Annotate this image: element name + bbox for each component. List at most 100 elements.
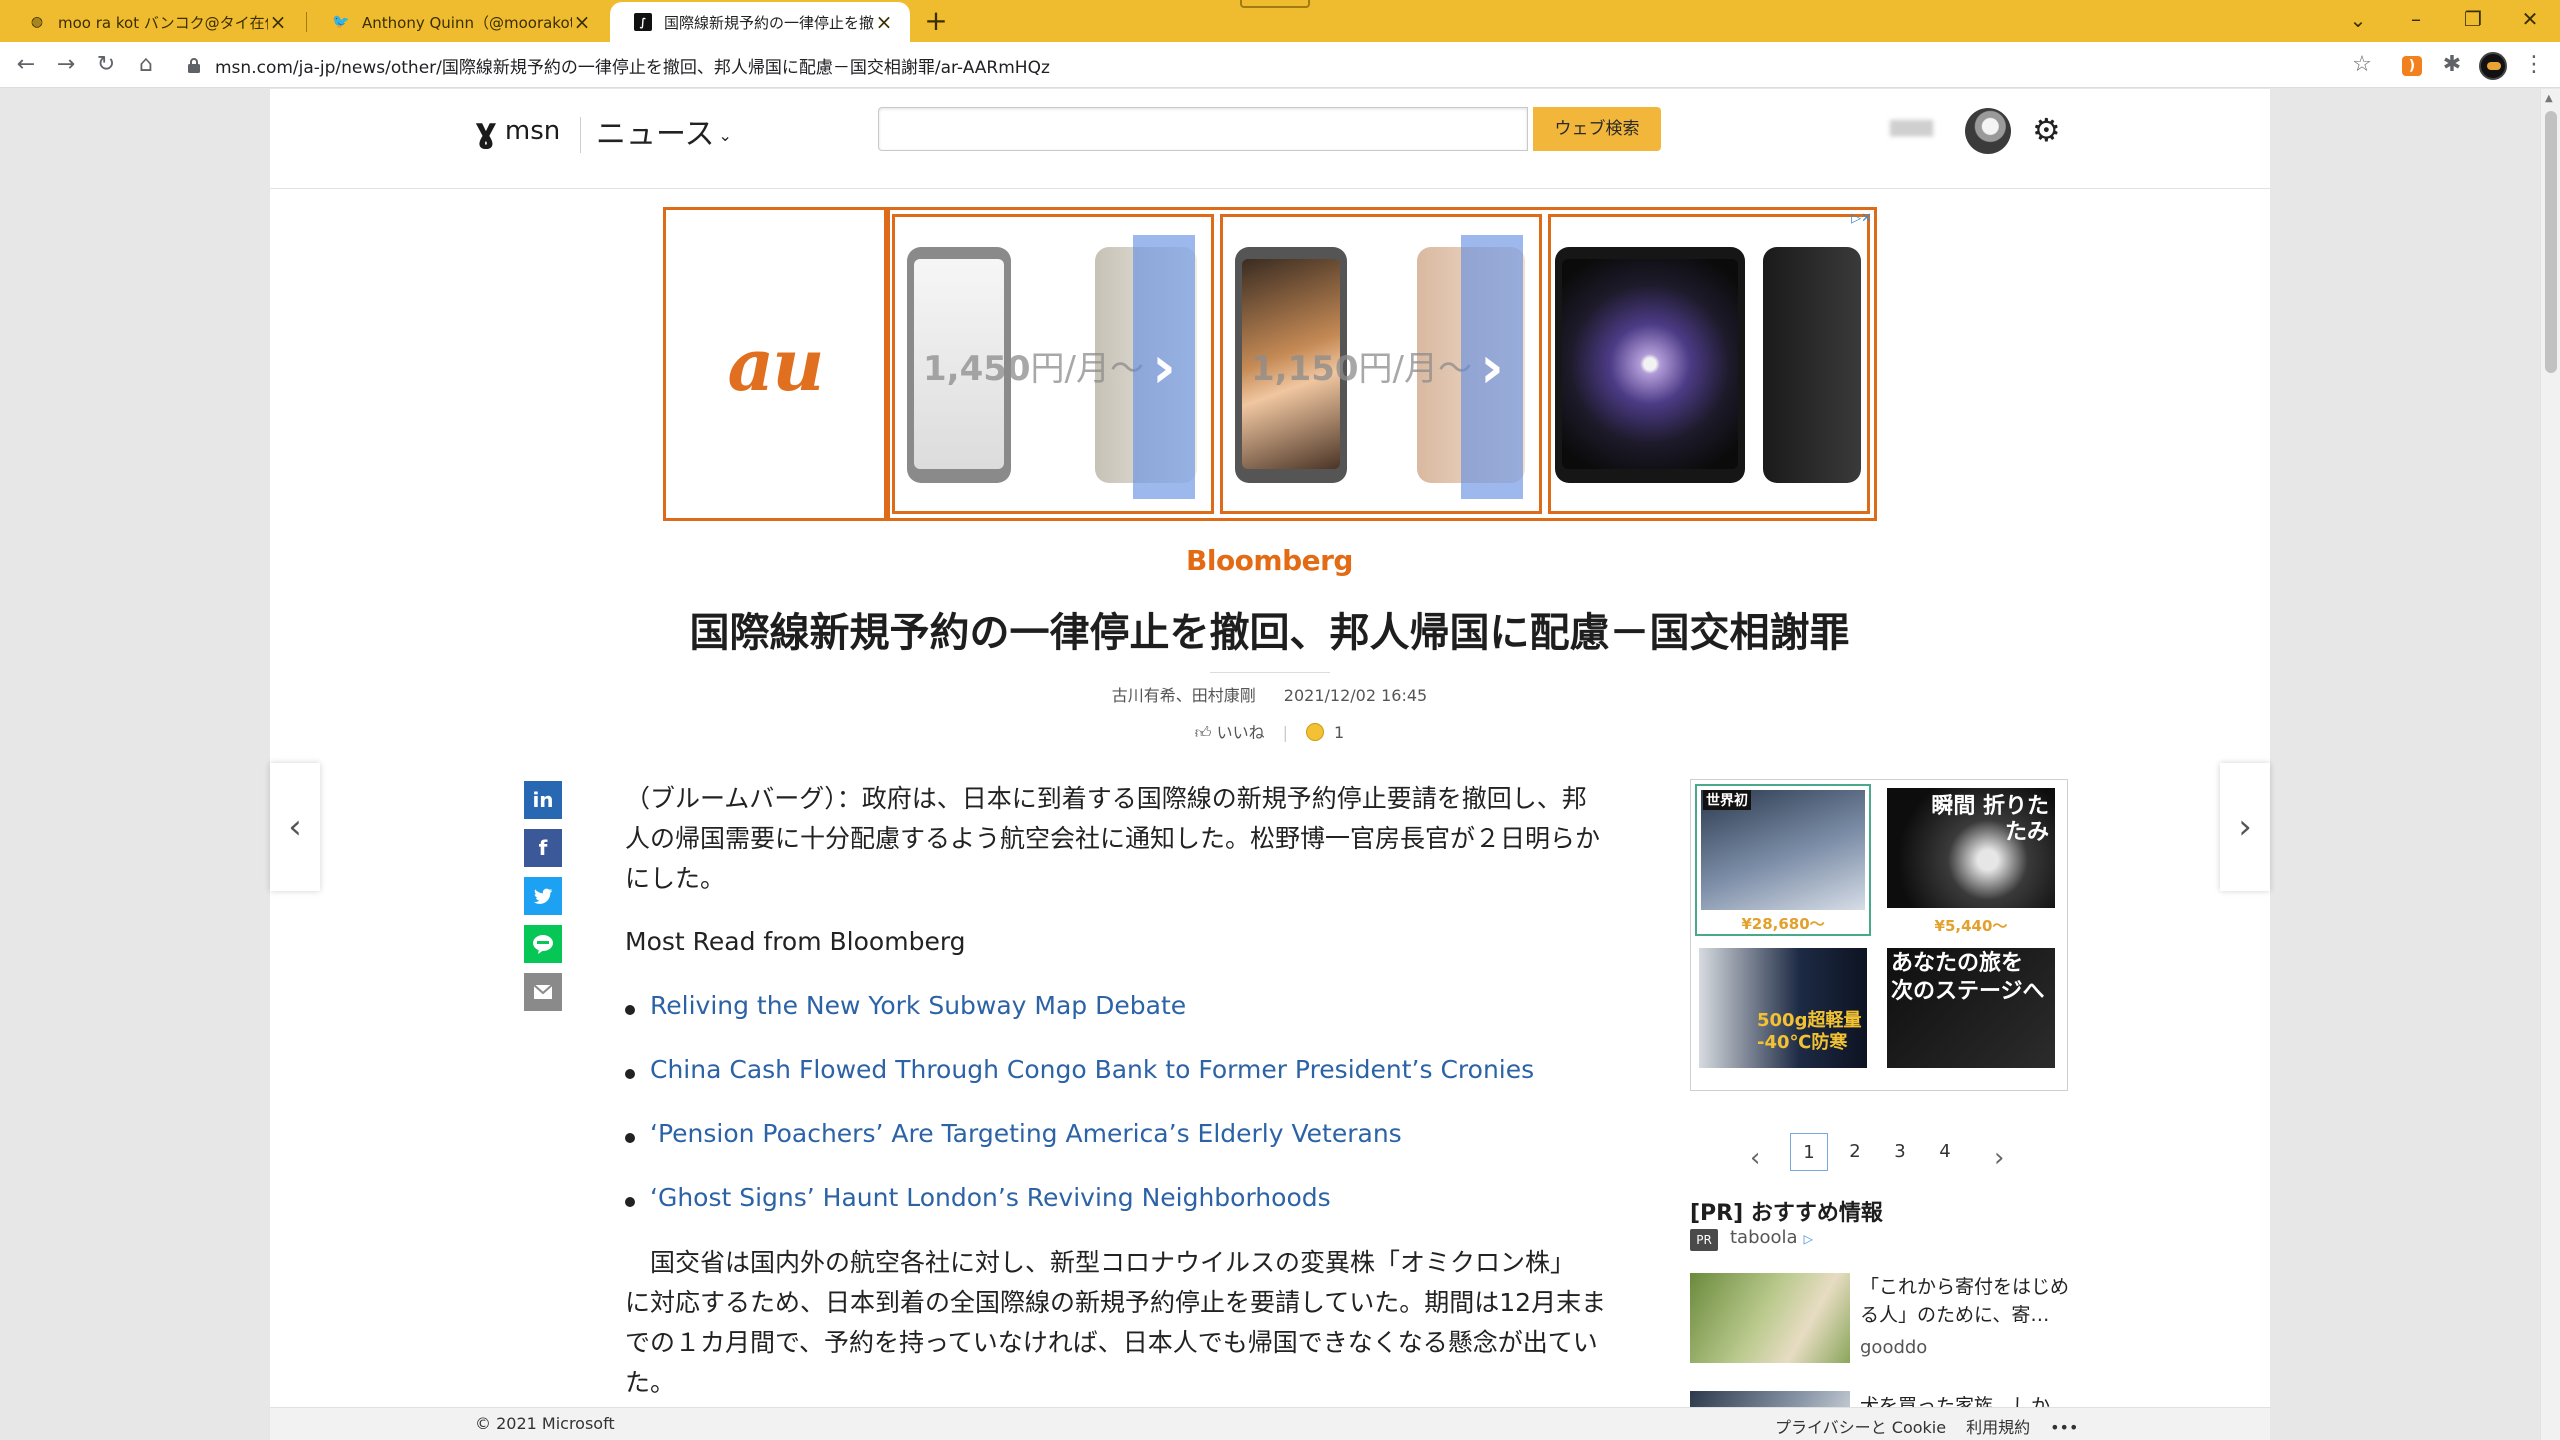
story-source: gooddo xyxy=(1860,1337,1928,1358)
pager-page-4[interactable]: 4 xyxy=(1926,1133,1964,1171)
pager-page-1[interactable]: 1 xyxy=(1790,1133,1828,1171)
new-tab-button[interactable]: + xyxy=(918,3,954,39)
tab-search-chevron-icon[interactable]: ⌄ xyxy=(2330,4,2386,38)
ad-tile[interactable]: あなたの旅を 次のステージへ xyxy=(1883,944,2059,1090)
web-search-button[interactable]: ウェブ検索 xyxy=(1533,107,1661,151)
line-chat-icon xyxy=(533,935,553,954)
more-options-icon[interactable]: ••• xyxy=(2050,1418,2078,1437)
sidebar-product-ad[interactable]: 世界初 ¥28,680～ 瞬間 折りたたみ ¥5,440～ 500g超軽量 -4… xyxy=(1690,779,2068,1091)
share-facebook-button[interactable]: f xyxy=(524,829,562,867)
address-bar-url[interactable]: msn.com/ja-jp/news/other/国際線新規予約の一律停止を撤回… xyxy=(215,53,1050,78)
ad-price-2: 1,150円/月～ xyxy=(1251,349,1473,389)
share-email-button[interactable] xyxy=(524,973,562,1011)
share-linkedin-button[interactable]: in xyxy=(524,781,562,819)
browser-menu-kebab-icon[interactable]: ⋮ xyxy=(2516,47,2552,83)
tab-msn-article[interactable]: ∫ 国際線新規予約の一律停止を撤回 × xyxy=(610,2,910,42)
reaction-bar: 👍︎ いいね | 1 xyxy=(1194,723,1345,742)
tab-separator xyxy=(306,12,307,32)
pager-next-chevron-icon[interactable]: › xyxy=(1994,1143,2004,1173)
phone-back-image xyxy=(1763,247,1861,483)
page-scrollbar[interactable]: ▲ xyxy=(2540,89,2560,1440)
ad-next-arrow-icon[interactable]: › xyxy=(1133,235,1195,499)
envelope-icon xyxy=(533,984,553,999)
recommendations-heading: [PR] おすすめ情報 xyxy=(1690,1201,1883,1226)
ad-card-phone-3[interactable] xyxy=(1548,214,1870,514)
lock-icon[interactable] xyxy=(187,57,201,73)
like-button[interactable]: 👍︎ いいね xyxy=(1195,723,1265,742)
most-read-link[interactable]: Reliving the New York Subway Map Debate xyxy=(625,991,1186,1020)
forward-arrow-icon[interactable]: → xyxy=(48,47,84,83)
share-line-button[interactable] xyxy=(524,925,562,963)
ad-next-arrow-icon[interactable]: › xyxy=(1461,235,1523,499)
byline-divider xyxy=(1210,672,1330,673)
adchoices-icon[interactable]: ▷✕ xyxy=(1851,211,1872,226)
restore-icon[interactable]: ❐ xyxy=(2445,0,2501,42)
ad-tile[interactable]: 世界初 ¥28,680～ xyxy=(1695,784,1871,936)
most-read-link[interactable]: ‘Ghost Signs’ Haunt London’s Reviving Ne… xyxy=(625,1183,1331,1212)
au-logo: au xyxy=(727,321,825,407)
smiley-face-icon xyxy=(1306,723,1325,741)
article-lead-paragraph: （ブルームバーグ）：政府は、日本に到着する国際線の新規予約停止要請を撤回し、邦 … xyxy=(625,784,1601,893)
pager-page-3[interactable]: 3 xyxy=(1881,1133,1919,1171)
extensions-puzzle-icon[interactable]: ✱ xyxy=(2434,47,2470,83)
previous-article-chevron-icon[interactable]: ‹ xyxy=(270,763,320,891)
terms-link[interactable]: 利用規約 xyxy=(1966,1418,2030,1437)
settings-gear-icon[interactable]: ⚙ xyxy=(2032,111,2061,149)
ad-tile[interactable]: 瞬間 折りたたみ ¥5,440～ xyxy=(1883,784,2059,936)
tab-strip: ◍ moo ra kot バンコク@タイ在住／旅 × 🐦 Anthony Qui… xyxy=(0,0,2560,42)
chevron-down-icon: ⌄ xyxy=(718,126,732,145)
story-thumbnail[interactable] xyxy=(1690,1273,1850,1363)
most-read-link[interactable]: China Cash Flowed Through Congo Bank to … xyxy=(625,1055,1534,1084)
next-article-chevron-icon[interactable]: › xyxy=(2220,763,2270,891)
profile-avatar-icon[interactable] xyxy=(2479,52,2507,80)
msn-butterfly-icon: ɣ xyxy=(475,111,497,151)
user-name-blurred[interactable]: ████ xyxy=(1890,121,1954,139)
close-icon[interactable]: × xyxy=(874,10,894,34)
share-twitter-button[interactable] xyxy=(524,877,562,915)
web-search-input[interactable] xyxy=(878,107,1528,151)
page-footer: © 2021 Microsoft プライバシーと Cookie 利用規約 ••• xyxy=(270,1407,2270,1440)
close-icon[interactable]: × xyxy=(572,10,592,34)
taboola-link[interactable]: taboola ▷ xyxy=(1730,1227,1813,1248)
close-icon[interactable]: × xyxy=(268,10,288,34)
ad-price-1: 1,450円/月～ xyxy=(923,349,1145,389)
tab-twitter[interactable]: 🐦 Anthony Quinn（@moorakot）さん × xyxy=(308,2,608,42)
scroll-up-arrow-icon[interactable]: ▲ xyxy=(2545,93,2553,104)
back-arrow-icon[interactable]: ← xyxy=(8,47,44,83)
au-banner-ad[interactable]: au 1,450円/月～ › 1,150円/月～ › ▷✕ xyxy=(663,207,1877,521)
msn-header: ɣ msn ニュース ⌄ ウェブ検索 ████ ⚙ xyxy=(270,89,2270,189)
window-close-icon[interactable]: ✕ xyxy=(2502,0,2558,42)
pager-page-2[interactable]: 2 xyxy=(1836,1133,1874,1171)
msn-favicon-icon: ∫ xyxy=(634,13,652,31)
minimize-icon[interactable]: – xyxy=(2388,0,2444,42)
article-authors: 古川有希、田村康剛 xyxy=(1111,686,1256,705)
window-drag-handle[interactable] xyxy=(1240,0,1310,8)
bookmark-star-icon[interactable]: ☆ xyxy=(2344,47,2380,83)
article-paragraph: 国交省は国内外の航空各社に対し、新型コロナウイルスの変異株「オミクロン株」 に対… xyxy=(625,1248,1607,1397)
twitter-bird-icon xyxy=(534,888,553,904)
copyright: © 2021 Microsoft xyxy=(475,1414,615,1433)
reload-icon[interactable]: ↻ xyxy=(88,47,124,83)
pager-prev-chevron-icon[interactable]: ‹ xyxy=(1750,1143,1760,1173)
ad-tile[interactable]: 500g超軽量 -40℃防寒 xyxy=(1695,944,1871,1090)
user-avatar[interactable] xyxy=(1965,108,2011,154)
scrollbar-thumb[interactable] xyxy=(2545,111,2557,373)
twitter-bird-icon: 🐦 xyxy=(332,14,350,30)
byline: 古川有希、田村康剛 2021/12/02 16:45 xyxy=(270,682,2269,706)
home-icon[interactable]: ⌂ xyxy=(128,47,164,83)
pr-badge: PR xyxy=(1690,1229,1718,1251)
article-headline: 国際線新規予約の一律停止を撤回、邦人帰国に配慮－国交相謝罪 xyxy=(689,610,1850,656)
msn-logo[interactable]: ɣ msn xyxy=(475,111,560,151)
most-read-heading: Most Read from Bloomberg xyxy=(625,927,966,956)
source-logo-bloomberg[interactable]: Bloomberg xyxy=(270,544,2269,577)
news-menu-dropdown[interactable]: ニュース ⌄ xyxy=(596,109,732,153)
rss-feed-icon[interactable]: ) xyxy=(2402,56,2422,76)
tab-moorakot-blog[interactable]: ◍ moo ra kot バンコク@タイ在住／旅 × xyxy=(4,2,304,42)
story-title-link[interactable]: 「これから寄付をはじめる人」のために、寄… xyxy=(1860,1273,2070,1329)
au-logo-panel[interactable]: au xyxy=(666,210,890,518)
ad-card-phone-1[interactable]: 1,450円/月～ › xyxy=(892,214,1214,514)
ad-card-phone-2[interactable]: 1,150円/月～ › xyxy=(1220,214,1542,514)
reaction-button[interactable]: 1 xyxy=(1306,723,1344,742)
most-read-link[interactable]: ‘Pension Poachers’ Are Targeting America… xyxy=(625,1119,1402,1148)
privacy-cookie-link[interactable]: プライバシーと Cookie xyxy=(1775,1418,1946,1437)
